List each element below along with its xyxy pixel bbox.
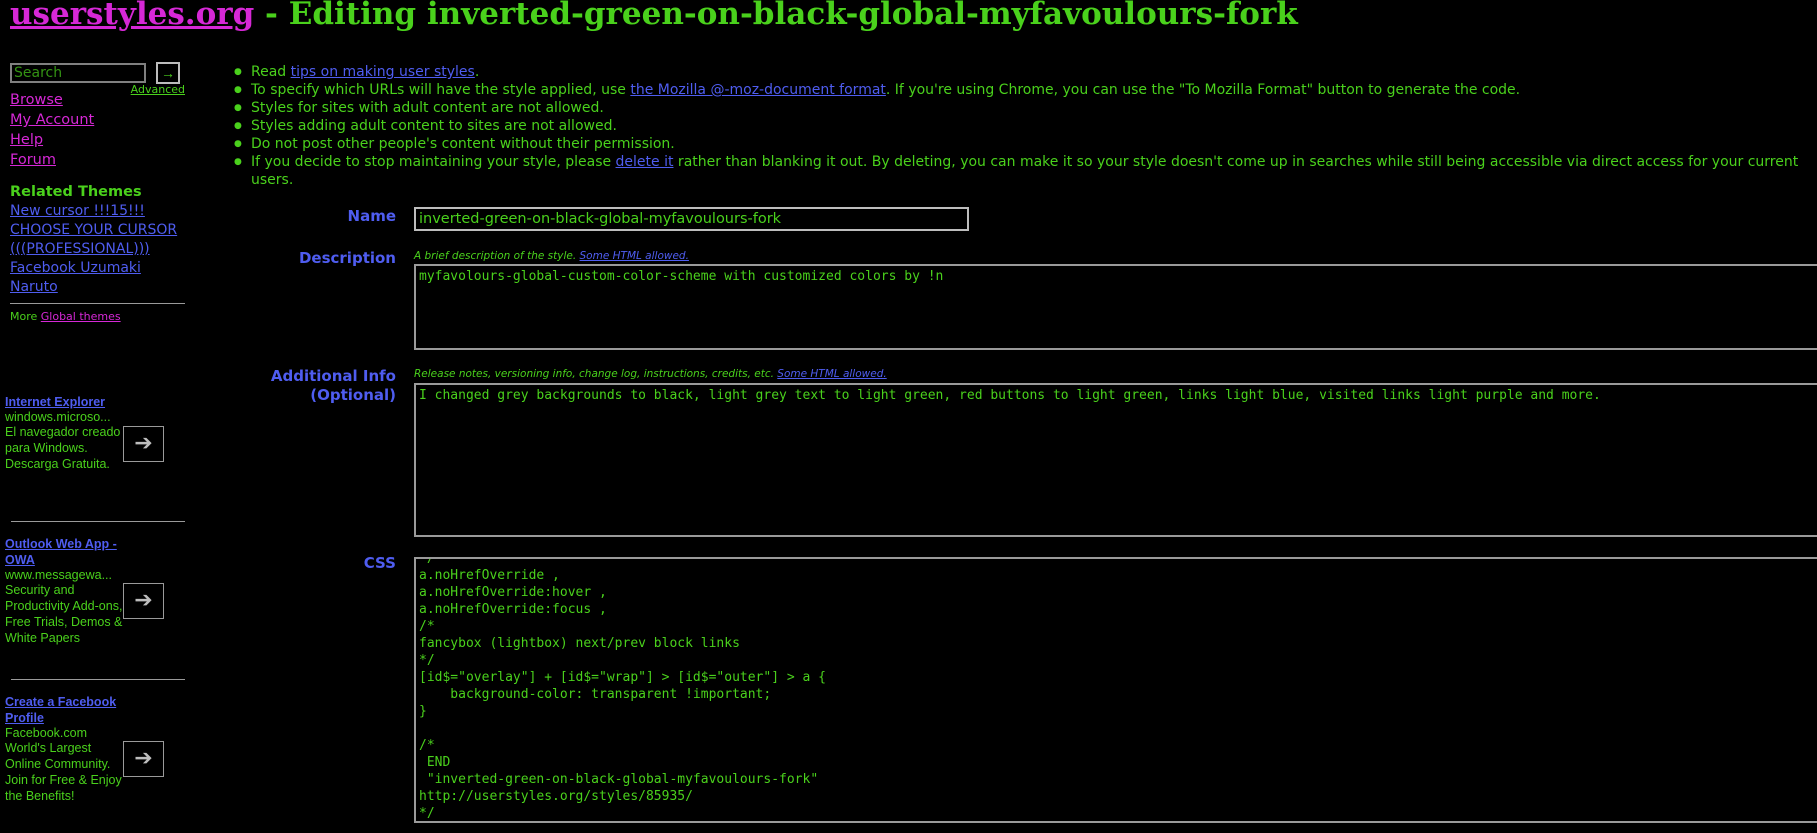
hint-text: Release notes, versioning info, change l… xyxy=(414,368,778,380)
nav-forum[interactable]: Forum xyxy=(10,150,185,170)
page-title: userstyles.org - Editing inverted-green-… xyxy=(10,0,1298,32)
guideline-item: Styles adding adult content to sites are… xyxy=(234,117,1817,135)
description-label: Description xyxy=(298,249,396,267)
ad-block: Create a Facebook Profile Facebook.com W… xyxy=(5,694,175,804)
ad-title[interactable]: Internet Explorer xyxy=(5,394,125,410)
nav-help[interactable]: Help xyxy=(10,130,185,150)
arrow-right-icon: ➔ xyxy=(134,587,153,612)
additional-info-label: Additional Info (Optional) xyxy=(271,367,396,405)
guideline-item: Read tips on making user styles. xyxy=(234,63,1817,81)
ad-arrow-button[interactable]: ➔ xyxy=(123,583,164,619)
description-textarea[interactable]: myfavolours-global-custom-color-scheme w… xyxy=(414,264,1817,350)
arrow-right-icon: ➔ xyxy=(134,745,153,770)
more-themes: More Global themes xyxy=(10,310,185,323)
search-submit-button[interactable]: → xyxy=(156,62,180,84)
ad-description: World's Largest Online Community. Join f… xyxy=(5,741,122,803)
ad-description: Security and Productivity Add-ons, Free … xyxy=(5,583,123,645)
global-themes-link[interactable]: Global themes xyxy=(41,310,121,323)
guideline-item: Do not post other people's content witho… xyxy=(234,135,1817,153)
label-line: (Optional) xyxy=(310,386,396,404)
html-allowed-link[interactable]: Some HTML allowed. xyxy=(580,250,689,262)
more-prefix: More xyxy=(10,310,41,323)
sidebar-nav: Browse My Account Help Forum xyxy=(10,90,185,170)
related-theme-link[interactable]: CHOOSE YOUR CURSOR (((PROFESSIONAL))) xyxy=(10,221,185,259)
ad-arrow-button[interactable]: ➔ xyxy=(123,741,164,777)
ad-block: Outlook Web App - OWA www.messagewa... S… xyxy=(5,536,175,646)
name-label: Name xyxy=(347,207,396,225)
ad-divider xyxy=(11,679,185,680)
style-guidelines: Read tips on making user styles. To spec… xyxy=(234,63,1817,189)
ad-divider xyxy=(11,521,185,522)
ad-block: Internet Explorer windows.microso... El … xyxy=(5,394,175,472)
delete-style-link[interactable]: delete it xyxy=(616,154,674,170)
ad-url[interactable]: www.messagewa... xyxy=(5,568,125,582)
css-code: */ a.noHrefOverride , a.noHrefOverride:h… xyxy=(419,557,826,821)
sidebar-divider xyxy=(10,303,185,304)
related-themes-list: New cursor !!!15!!! CHOOSE YOUR CURSOR (… xyxy=(10,202,185,297)
nav-my-account[interactable]: My Account xyxy=(10,110,185,130)
related-theme-link[interactable]: New cursor !!!15!!! xyxy=(10,202,185,221)
css-code-textarea[interactable]: */ a.noHrefOverride , a.noHrefOverride:h… xyxy=(414,557,1817,823)
ad-url[interactable]: Facebook.com xyxy=(5,726,125,740)
search-input[interactable] xyxy=(10,63,146,83)
moz-document-link[interactable]: the Mozilla @-moz-document format xyxy=(630,82,886,98)
ad-arrow-button[interactable]: ➔ xyxy=(123,426,164,462)
page-heading: Editing inverted-green-on-black-global-m… xyxy=(288,0,1298,32)
guideline-text: . If you're using Chrome, you can use th… xyxy=(885,82,1521,98)
html-allowed-link[interactable]: Some HTML allowed. xyxy=(777,368,886,380)
ad-title[interactable]: Create a Facebook Profile xyxy=(5,694,125,726)
label-line: Additional Info xyxy=(270,367,396,385)
guideline-text: If you decide to stop maintaining your s… xyxy=(251,154,616,170)
additional-info-hint: Release notes, versioning info, change l… xyxy=(414,368,887,380)
tips-link[interactable]: tips on making user styles xyxy=(291,64,475,80)
related-themes-heading: Related Themes xyxy=(10,184,142,200)
guideline-text: . xyxy=(474,64,480,80)
guideline-text: To specify which URLs will have the styl… xyxy=(251,82,631,98)
sidebar: → Advanced Browse My Account Help Forum … xyxy=(10,62,185,323)
description-hint: A brief description of the style. Some H… xyxy=(414,250,689,262)
title-separator: - xyxy=(254,0,289,32)
related-theme-link[interactable]: Facebook Uzumaki Naruto xyxy=(10,259,185,297)
guideline-item: To specify which URLs will have the styl… xyxy=(234,81,1817,99)
guideline-text: Read xyxy=(251,64,291,80)
ad-title[interactable]: Outlook Web App - OWA xyxy=(5,536,125,568)
additional-info-textarea[interactable]: I changed grey backgrounds to black, lig… xyxy=(414,383,1817,537)
ad-url[interactable]: windows.microso... xyxy=(5,410,125,424)
site-logo-link[interactable]: userstyles.org xyxy=(10,0,254,32)
css-label: CSS xyxy=(363,554,396,572)
guideline-item: Styles for sites with adult content are … xyxy=(234,99,1817,117)
hint-text: A brief description of the style. xyxy=(414,250,580,262)
style-name-input[interactable] xyxy=(414,207,969,231)
guideline-item: If you decide to stop maintaining your s… xyxy=(234,153,1811,189)
ad-description: El navegador creado para Windows. Descar… xyxy=(5,425,121,471)
search-row: → xyxy=(10,62,185,84)
arrow-right-icon: ➔ xyxy=(134,430,153,455)
